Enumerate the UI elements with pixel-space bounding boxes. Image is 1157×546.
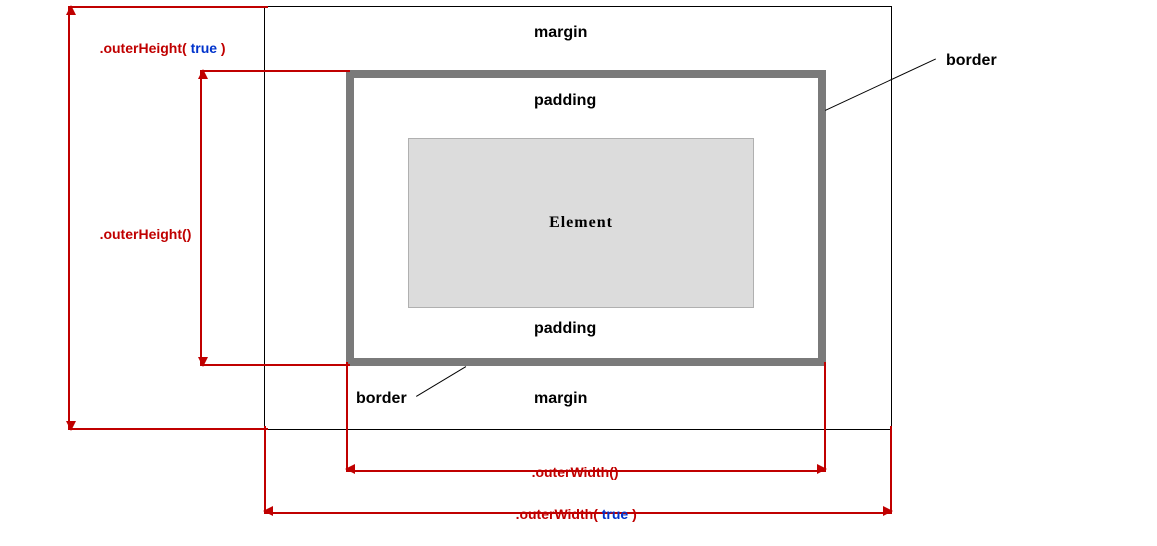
element-label: Element: [549, 214, 613, 232]
label-outerwidth-true: .outerWidth( true ): [500, 490, 637, 538]
arrow-up-icon: [66, 5, 76, 15]
label-outerheight: .outerHeight(): [84, 210, 191, 258]
padding-label-top: padding: [534, 92, 596, 110]
bracket-outerheight-true: [68, 6, 70, 430]
box-model-diagram: Element margin padding padding margin bo…: [0, 0, 1157, 546]
arrow-down-icon: [66, 421, 76, 431]
arrow-left-icon: [263, 506, 273, 516]
bracket-outerheight: [200, 70, 202, 366]
label-outerwidth: .outerWidth(): [516, 448, 619, 496]
margin-label-top: margin: [534, 24, 587, 42]
label-outerheight-true: .outerHeight( true ): [84, 24, 226, 72]
padding-label-bottom: padding: [534, 320, 596, 338]
arrow-right-icon: [883, 506, 893, 516]
element-box: Element: [408, 138, 754, 308]
arrow-down-icon: [198, 357, 208, 367]
border-callout-top: border: [946, 52, 997, 70]
